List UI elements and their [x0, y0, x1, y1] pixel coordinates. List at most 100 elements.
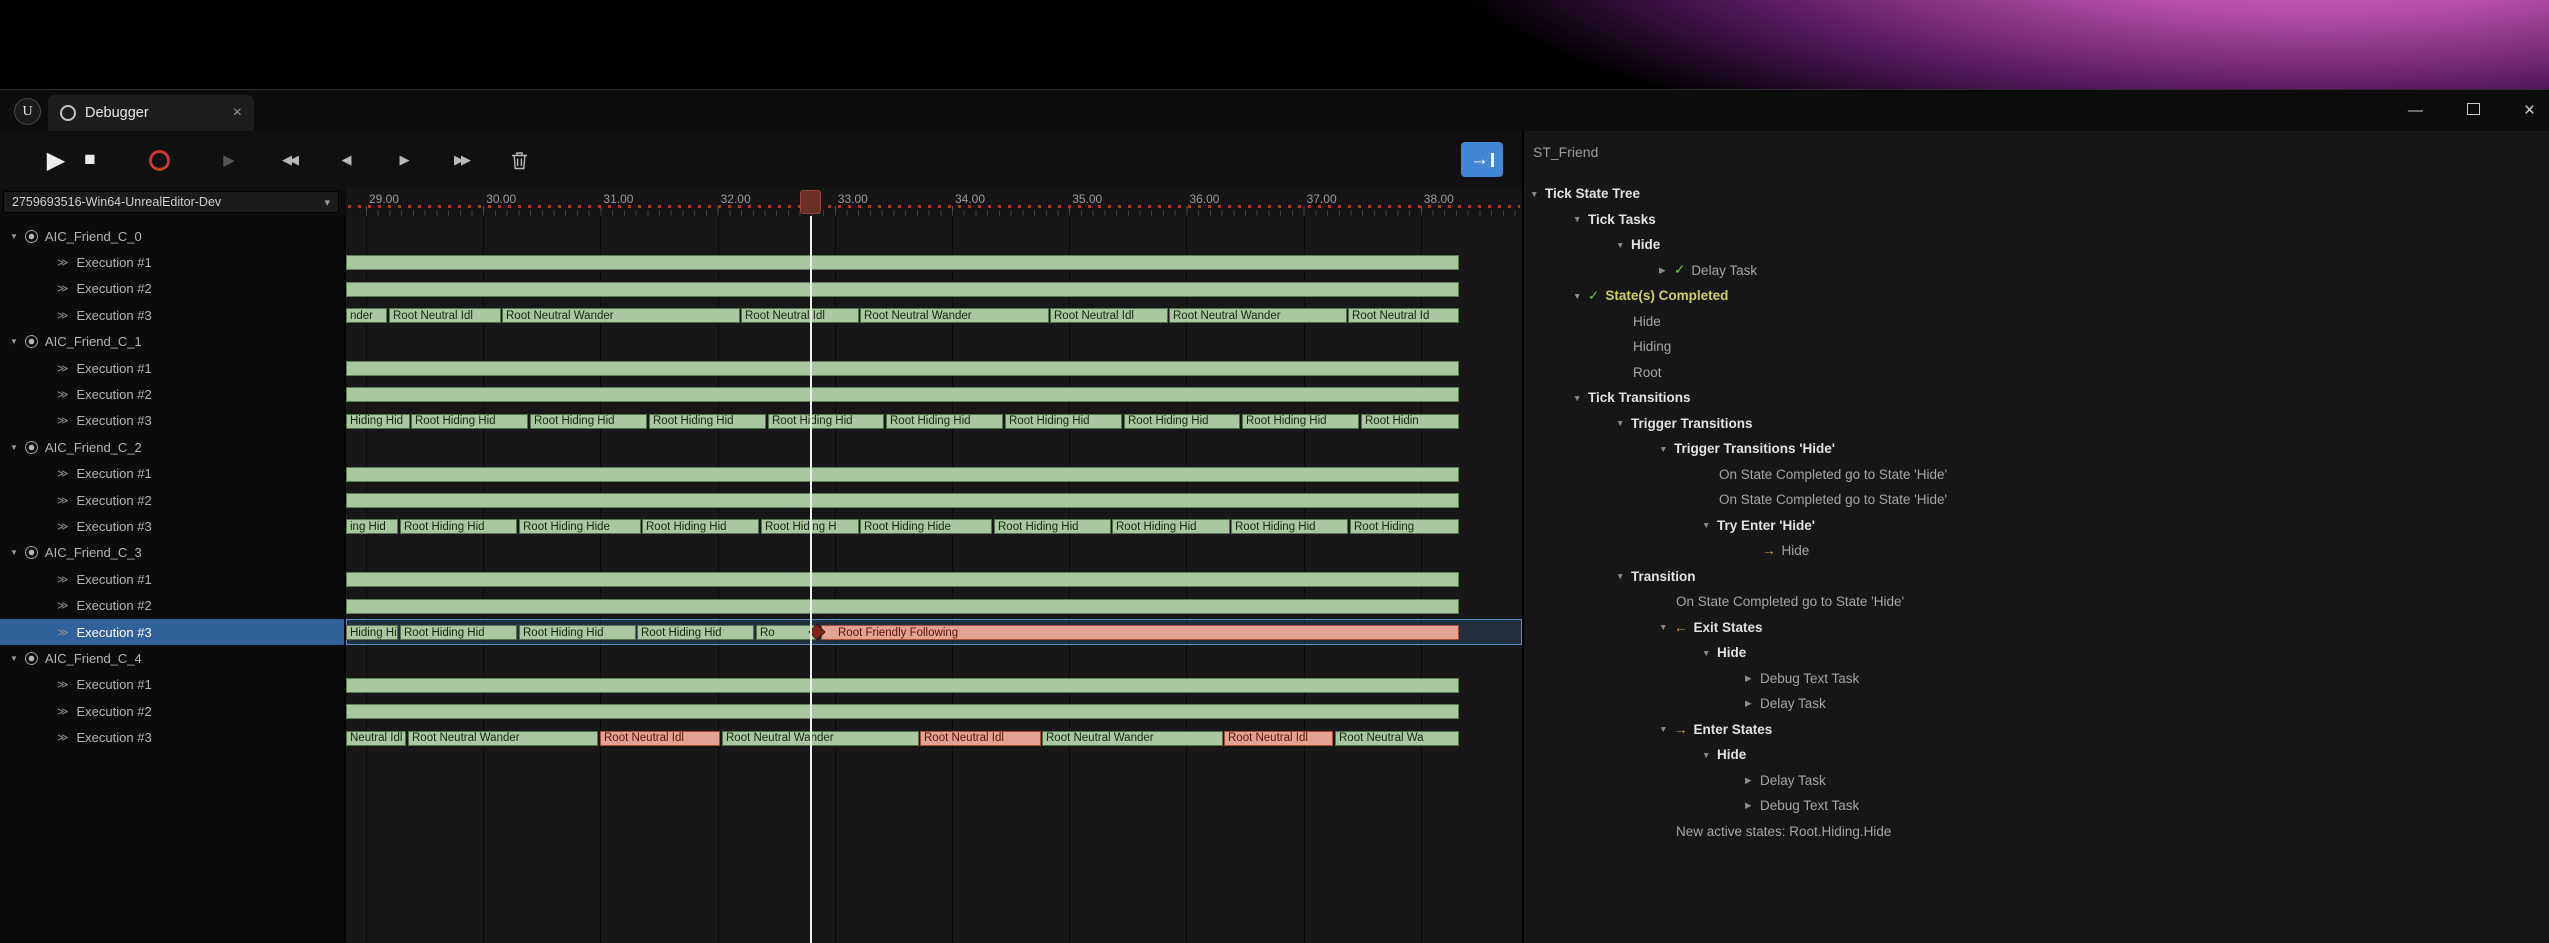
expander-down-icon[interactable]: ▼ — [1616, 418, 1631, 428]
expander-right-icon[interactable]: ▶ — [1745, 673, 1760, 684]
execution-row[interactable]: ≫Execution #3 — [0, 619, 344, 645]
state-segment[interactable]: Root Neutral Wander — [1169, 308, 1347, 323]
state-tree-row[interactable]: ▼Hide — [1524, 232, 2549, 258]
timeline-row[interactable] — [346, 698, 1522, 724]
execution-row[interactable]: ≫Execution #1 — [0, 249, 344, 275]
execution-row[interactable]: ≫Execution #3 — [0, 725, 344, 751]
state-segment[interactable]: nder — [346, 308, 387, 323]
tab-close-icon[interactable]: × — [233, 105, 242, 121]
state-tree-row[interactable]: ▼Trigger Transitions — [1524, 411, 2549, 437]
state-bar[interactable] — [346, 387, 1459, 402]
timeline-row[interactable] — [346, 249, 1522, 275]
state-tree-row[interactable]: ▼Tick Transitions — [1524, 385, 2549, 411]
step-forward-button[interactable]: ▶ — [388, 140, 418, 180]
state-tree-row[interactable]: ▼✓State(s) Completed — [1524, 283, 2549, 309]
expander-right-icon[interactable]: ▶ — [1745, 775, 1760, 786]
expander-down-icon[interactable]: ▼ — [1573, 214, 1588, 224]
execution-row[interactable]: ≫Execution #2 — [0, 487, 344, 513]
timeline-row[interactable] — [346, 276, 1522, 302]
expander-down-icon[interactable]: ▼ — [1573, 393, 1588, 403]
record-button[interactable] — [142, 140, 176, 180]
state-tree-row[interactable]: Root — [1524, 360, 2549, 386]
state-segment[interactable]: Root Hidin — [1361, 414, 1459, 429]
state-segment[interactable]: ing Hid — [346, 519, 398, 534]
state-tree-row[interactable]: ▼Trigger Transitions 'Hide' — [1524, 436, 2549, 462]
state-tree-row[interactable]: ▼→Enter States — [1524, 717, 2549, 743]
state-tree-row[interactable]: On State Completed go to State 'Hide' — [1524, 462, 2549, 488]
timeline-row[interactable] — [346, 355, 1522, 381]
state-tree-row[interactable]: On State Completed go to State 'Hide' — [1524, 589, 2549, 615]
instance-group-row[interactable]: ▼AIC_Friend_C_4 — [0, 645, 344, 671]
execution-row[interactable]: ≫Execution #1 — [0, 355, 344, 381]
execution-row[interactable]: ≫Execution #3 — [0, 302, 344, 328]
expander-down-icon[interactable]: ▼ — [10, 654, 18, 663]
state-segment[interactable]: Root Neutral Wander — [408, 731, 598, 746]
timeline-row[interactable]: nderRoot Neutral IdlRoot Neutral WanderR… — [346, 302, 1522, 328]
timeline-row[interactable] — [346, 461, 1522, 487]
execution-row[interactable]: ≫Execution #2 — [0, 698, 344, 724]
state-bar[interactable] — [346, 572, 1459, 587]
state-tree-row[interactable]: ▶Delay Task — [1524, 691, 2549, 717]
state-segment[interactable]: Root Neutral Wander — [502, 308, 740, 323]
state-segment[interactable]: Hiding Hid — [346, 414, 410, 429]
expander-down-icon[interactable]: ▼ — [1659, 444, 1674, 454]
execution-row[interactable]: ≫Execution #1 — [0, 566, 344, 592]
state-segment[interactable]: Root Hiding Hid — [411, 414, 528, 429]
state-segment[interactable]: Root Neutral Wander — [1042, 731, 1223, 746]
instance-group-row[interactable]: ▼AIC_Friend_C_0 — [0, 223, 344, 249]
expander-down-icon[interactable]: ▼ — [1616, 571, 1631, 581]
timeline-row[interactable] — [346, 672, 1522, 698]
session-dropdown[interactable]: 2759693516-Win64-UnrealEditor-Dev ▾ — [3, 191, 339, 213]
state-tree-row[interactable]: Hiding — [1524, 334, 2549, 360]
state-segment[interactable]: Root Neutral Wander — [860, 308, 1049, 323]
stop-button[interactable]: ■ — [74, 140, 106, 180]
expander-down-icon[interactable]: ▼ — [10, 337, 18, 346]
timeline-row[interactable] — [346, 566, 1522, 592]
maximize-button[interactable] — [2467, 103, 2480, 118]
expander-down-icon[interactable]: ▼ — [10, 548, 18, 557]
state-segment[interactable]: Root Hiding Hid — [1005, 414, 1122, 429]
timeline-row[interactable] — [346, 381, 1522, 407]
state-segment[interactable]: Root Hiding — [1350, 519, 1459, 534]
state-segment[interactable]: Neutral Idl — [346, 731, 406, 746]
play-button[interactable]: ▶ — [38, 140, 74, 180]
state-bar[interactable] — [346, 599, 1459, 614]
state-segment[interactable]: Root Hiding Hid — [1124, 414, 1240, 429]
expander-right-icon[interactable]: ▶ — [1745, 698, 1760, 709]
state-segment[interactable]: Hiding Hid — [346, 625, 398, 640]
state-bar[interactable] — [346, 493, 1459, 508]
state-bar[interactable] — [346, 282, 1459, 297]
tab-debugger[interactable]: Debugger × — [48, 95, 254, 131]
state-segment[interactable]: Root Neutral Idl — [1224, 731, 1333, 746]
state-tree-row[interactable]: ▼Hide — [1524, 640, 2549, 666]
state-bar[interactable] — [346, 361, 1459, 376]
instance-group-row[interactable]: ▼AIC_Friend_C_1 — [0, 329, 344, 355]
execution-row[interactable]: ≫Execution #3 — [0, 408, 344, 434]
state-tree-row[interactable]: Hide — [1524, 309, 2549, 335]
timeline-row[interactable] — [346, 593, 1522, 619]
execution-row[interactable]: ≫Execution #2 — [0, 276, 344, 302]
state-tree-row[interactable]: ▼Transition — [1524, 564, 2549, 590]
state-segment[interactable]: Root Hiding Hid — [1112, 519, 1230, 534]
state-segment[interactable]: Root Hiding Hid — [1242, 414, 1359, 429]
state-segment[interactable]: Root Hiding Hid — [994, 519, 1111, 534]
execution-row[interactable]: ≫Execution #2 — [0, 593, 344, 619]
timeline-row[interactable]: Hiding HidRoot Hiding HidRoot Hiding Hid… — [346, 619, 1522, 645]
step-back-button[interactable]: ◀ — [330, 140, 360, 180]
expander-down-icon[interactable]: ▼ — [1573, 291, 1588, 301]
state-tree-row[interactable]: →Hide — [1524, 538, 2549, 564]
prev-state-change-button[interactable]: ◀◀ — [274, 140, 304, 180]
state-tree-row[interactable]: ▼←Exit States — [1524, 615, 2549, 641]
jump-to-latest-button[interactable]: → — [1461, 142, 1503, 177]
state-tree-row[interactable]: ▼Tick Tasks — [1524, 207, 2549, 233]
timeline-row[interactable]: ing HidRoot Hiding HidRoot Hiding HideRo… — [346, 513, 1522, 539]
timeline-row[interactable] — [346, 487, 1522, 513]
state-tree-row[interactable]: ▼Hide — [1524, 742, 2549, 768]
next-state-change-button[interactable]: ▶▶ — [446, 140, 476, 180]
state-segment[interactable]: Root Neutral Wander — [722, 731, 919, 746]
timeline-row[interactable]: Hiding HidRoot Hiding HidRoot Hiding Hid… — [346, 408, 1522, 434]
state-segment[interactable]: Root Neutral Idl — [920, 731, 1041, 746]
state-tree-row[interactable]: On State Completed go to State 'Hide' — [1524, 487, 2549, 513]
state-tree-row[interactable]: ▶Delay Task — [1524, 768, 2549, 794]
state-segment[interactable]: Root Neutral Idl — [741, 308, 859, 323]
